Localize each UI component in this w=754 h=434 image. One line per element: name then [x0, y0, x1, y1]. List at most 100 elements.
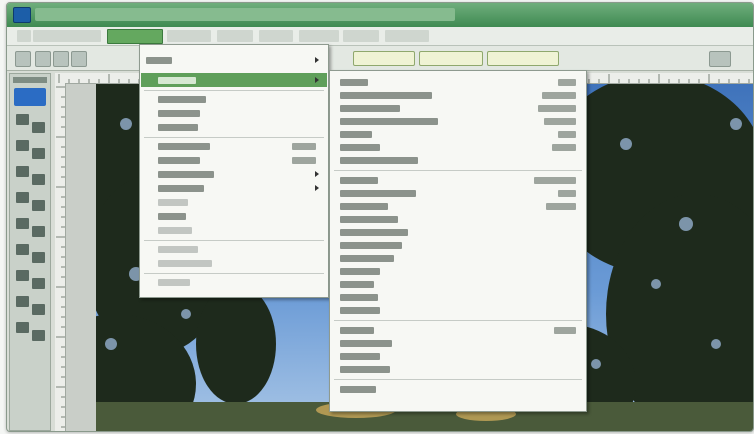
- adjustments-menu-item[interactable]: [340, 77, 582, 88]
- tool-icon[interactable]: [16, 192, 29, 203]
- image-menu-header[interactable]: [146, 55, 322, 66]
- tool-icon[interactable]: [32, 330, 45, 341]
- tool-icon[interactable]: [16, 166, 29, 177]
- submenu-arrow-icon: [315, 77, 319, 83]
- adjustments-menu-item[interactable]: [340, 116, 582, 127]
- menu-item-label: [158, 279, 190, 286]
- tool-icon[interactable]: [32, 200, 45, 211]
- image-menu-item[interactable]: [158, 169, 322, 180]
- tool-icon[interactable]: [16, 244, 29, 255]
- options-button[interactable]: [419, 51, 483, 66]
- menu-item-label: [158, 124, 198, 131]
- menu-shortcut: [558, 131, 576, 138]
- adjustments-menu-item[interactable]: [340, 240, 582, 251]
- adjustments-menu-item[interactable]: [340, 142, 582, 153]
- image-menu: [139, 44, 329, 298]
- zoom-out-icon[interactable]: [53, 51, 69, 67]
- adjustments-menu-item[interactable]: [340, 188, 582, 199]
- tool-icon[interactable]: [32, 304, 45, 315]
- menu-item[interactable]: [259, 30, 293, 42]
- tool-icon[interactable]: [32, 252, 45, 263]
- adjustments-menu-item[interactable]: [340, 103, 582, 114]
- adjustments-menu-item[interactable]: [340, 253, 582, 264]
- menu-bar: [7, 27, 753, 46]
- adjustments-menu-item[interactable]: [340, 227, 582, 238]
- image-menu-item[interactable]: [158, 108, 322, 119]
- menu-item[interactable]: [343, 30, 379, 42]
- adjustments-menu-item[interactable]: [340, 155, 582, 166]
- menu-item-label: [340, 144, 380, 151]
- menu-item[interactable]: [167, 30, 211, 42]
- menu-item-label: [340, 216, 398, 223]
- tool-icon[interactable]: [32, 174, 45, 185]
- adjustments-menu-item[interactable]: [340, 325, 582, 336]
- menu-item-label: [158, 246, 198, 253]
- image-menu-item[interactable]: [158, 94, 322, 105]
- tool-icon[interactable]: [16, 140, 29, 151]
- menu-separator: [144, 137, 324, 138]
- adjustments-menu-item[interactable]: [340, 90, 582, 101]
- adjustments-menu-item[interactable]: [340, 338, 582, 349]
- menu-shortcut: [292, 143, 316, 150]
- adjustments-menu-item[interactable]: [340, 364, 582, 375]
- image-menu-item: [158, 277, 322, 288]
- image-menu-item[interactable]: [158, 155, 322, 166]
- menu-shortcut: [558, 79, 576, 86]
- options-button[interactable]: [353, 51, 415, 66]
- menu-item-label: [340, 131, 372, 138]
- adjustments-menu-item[interactable]: [340, 351, 582, 362]
- adjustments-menu-item[interactable]: [340, 201, 582, 212]
- image-menu-item[interactable]: [158, 75, 322, 86]
- zoom-tool-icon[interactable]: [15, 51, 31, 67]
- toolbox-grip[interactable]: [13, 77, 47, 83]
- menu-shortcut: [558, 190, 576, 197]
- image-menu-item[interactable]: [158, 122, 322, 133]
- vertical-ruler: [55, 83, 66, 431]
- menu-item[interactable]: [385, 30, 429, 42]
- image-menu-item[interactable]: [158, 211, 322, 222]
- adjustments-menu-item[interactable]: [340, 129, 582, 140]
- menu-item-label: [340, 79, 368, 86]
- menu-item[interactable]: [217, 30, 253, 42]
- image-menu-item[interactable]: [158, 141, 322, 152]
- menu-item-label: [340, 177, 378, 184]
- tool-icon[interactable]: [32, 226, 45, 237]
- menu-item-label: [340, 366, 390, 373]
- adjustments-menu-item[interactable]: [340, 266, 582, 277]
- adjustments-menu-item[interactable]: [340, 384, 582, 395]
- tool-icon[interactable]: [16, 270, 29, 281]
- menu-shortcut: [538, 105, 576, 112]
- chevron-down-icon: [315, 57, 319, 63]
- image-menu-item[interactable]: [158, 183, 322, 194]
- tool-icon[interactable]: [32, 278, 45, 289]
- menu-shortcut: [546, 203, 576, 210]
- adjustments-submenu: [329, 70, 587, 412]
- image-menu-item: [158, 197, 322, 208]
- tool-icon[interactable]: [32, 148, 45, 159]
- menu-item-label: [340, 294, 378, 301]
- adjustments-menu-item[interactable]: [340, 292, 582, 303]
- tool-icon[interactable]: [16, 114, 29, 125]
- adjustments-menu-item[interactable]: [340, 305, 582, 316]
- adjustments-menu-item[interactable]: [340, 175, 582, 186]
- tool-icon[interactable]: [16, 322, 29, 333]
- menu-shortcut: [552, 144, 576, 151]
- menu-item-label: [340, 118, 438, 125]
- tool-icon[interactable]: [16, 218, 29, 229]
- menu-item[interactable]: [107, 29, 163, 44]
- tool-icon[interactable]: [16, 296, 29, 307]
- options-button[interactable]: [487, 51, 559, 66]
- adjustments-menu-item[interactable]: [340, 279, 582, 290]
- menu-separator: [334, 170, 582, 171]
- menu-item[interactable]: [33, 30, 101, 42]
- menu-item[interactable]: [17, 30, 31, 42]
- image-menu-header-label: [146, 57, 172, 64]
- adjustments-menu-item[interactable]: [340, 214, 582, 225]
- title-bar[interactable]: [7, 3, 753, 27]
- tool-icon[interactable]: [32, 122, 45, 133]
- menu-item[interactable]: [299, 30, 339, 42]
- workspace-icon[interactable]: [709, 51, 731, 67]
- menu-separator: [144, 273, 324, 274]
- zoom-in-icon[interactable]: [35, 51, 51, 67]
- resize-windows-checkbox[interactable]: [71, 51, 87, 67]
